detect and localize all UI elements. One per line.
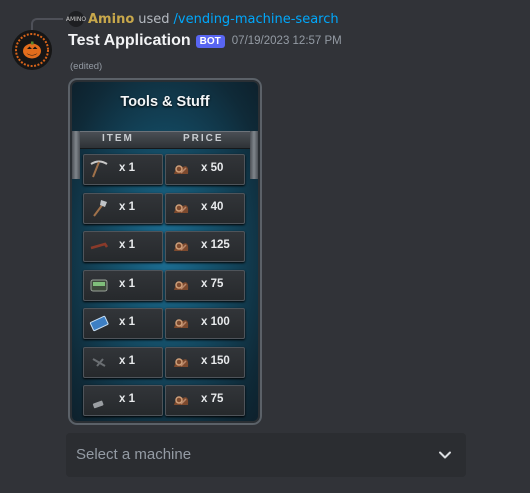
reply-used-text: used [138,11,170,27]
timestamp[interactable]: 07/19/2023 12:57 PM [232,35,342,47]
price-cell: x 40 [165,192,245,224]
price-cell-text: x 75 [201,393,224,405]
price-cell: x 125 [165,231,245,262]
small-tool-icon [88,351,110,373]
username[interactable]: Test Application [68,32,191,50]
reply-reference[interactable]: AMINO Amino used /vending-machine-search [66,10,339,28]
price-cell-text: x 50 [201,162,224,174]
price-cell: x 150 [165,346,245,378]
price-cell-text: x 125 [201,239,230,251]
item-cell: x 1 [83,231,163,262]
price-cell: x 100 [165,308,245,339]
avatar[interactable] [12,30,52,70]
chevron-down-icon [439,451,451,459]
pickaxe-icon [88,158,110,180]
item-cell: x 1 [83,346,163,378]
reply-spine [31,18,63,30]
price-cell: x 50 [165,154,245,185]
machine-title: Tools & Stuff [120,94,210,110]
scrap-icon [170,312,192,334]
item-cell-text: x 1 [119,354,135,367]
shovel-icon [88,197,110,219]
select-placeholder: Select a machine [76,446,192,463]
pager-icon [88,274,110,296]
scrap-icon [170,274,192,296]
price-column-header: PRICE [183,133,224,144]
blueprint-card-icon [88,312,110,334]
scrap-icon [170,389,192,411]
item-column-header: ITEM [102,133,134,144]
item-cell: x 1 [83,154,163,185]
item-cell-text: x 1 [119,162,135,174]
item-cell-text: x 1 [119,393,135,405]
item-cell: x 1 [83,385,163,416]
bot-badge: BOT [195,34,225,48]
price-cell: x 75 [165,269,245,301]
pumpkin-icon [12,30,52,70]
machine-select[interactable]: Select a machine [66,433,466,477]
item-cell: x 1 [83,269,163,301]
crowbar-icon [88,235,110,257]
left-pillar [72,131,80,179]
scrap-icon [170,235,192,257]
scrap-icon [170,158,192,180]
slash-command-link[interactable]: /vending-machine-search [174,12,339,27]
price-cell-text: x 75 [201,277,224,290]
vending-machine-image[interactable]: Tools & Stuff ITEM PRICE x 1 x 50 x 1 x 40 x… [68,78,262,425]
price-cell-text: x 40 [201,200,224,213]
item-cell: x 1 [83,308,163,339]
flashlight-icon [88,389,110,411]
message-header: Test Application BOT 07/19/2023 12:57 PM [68,32,342,50]
scrap-icon [170,351,192,373]
item-cell-text: x 1 [119,316,135,328]
price-cell-text: x 100 [201,316,230,328]
item-cell: x 1 [83,192,163,224]
item-cell-text: x 1 [119,200,135,213]
price-cell-text: x 150 [201,354,230,367]
price-cell: x 75 [165,385,245,416]
reply-avatar[interactable]: AMINO [66,11,86,27]
edited-label: (edited) [70,61,103,72]
right-pillar [250,131,258,179]
item-cell-text: x 1 [119,277,135,290]
item-cell-text: x 1 [119,239,135,251]
scrap-icon [170,197,192,219]
reply-username[interactable]: Amino [88,12,134,27]
